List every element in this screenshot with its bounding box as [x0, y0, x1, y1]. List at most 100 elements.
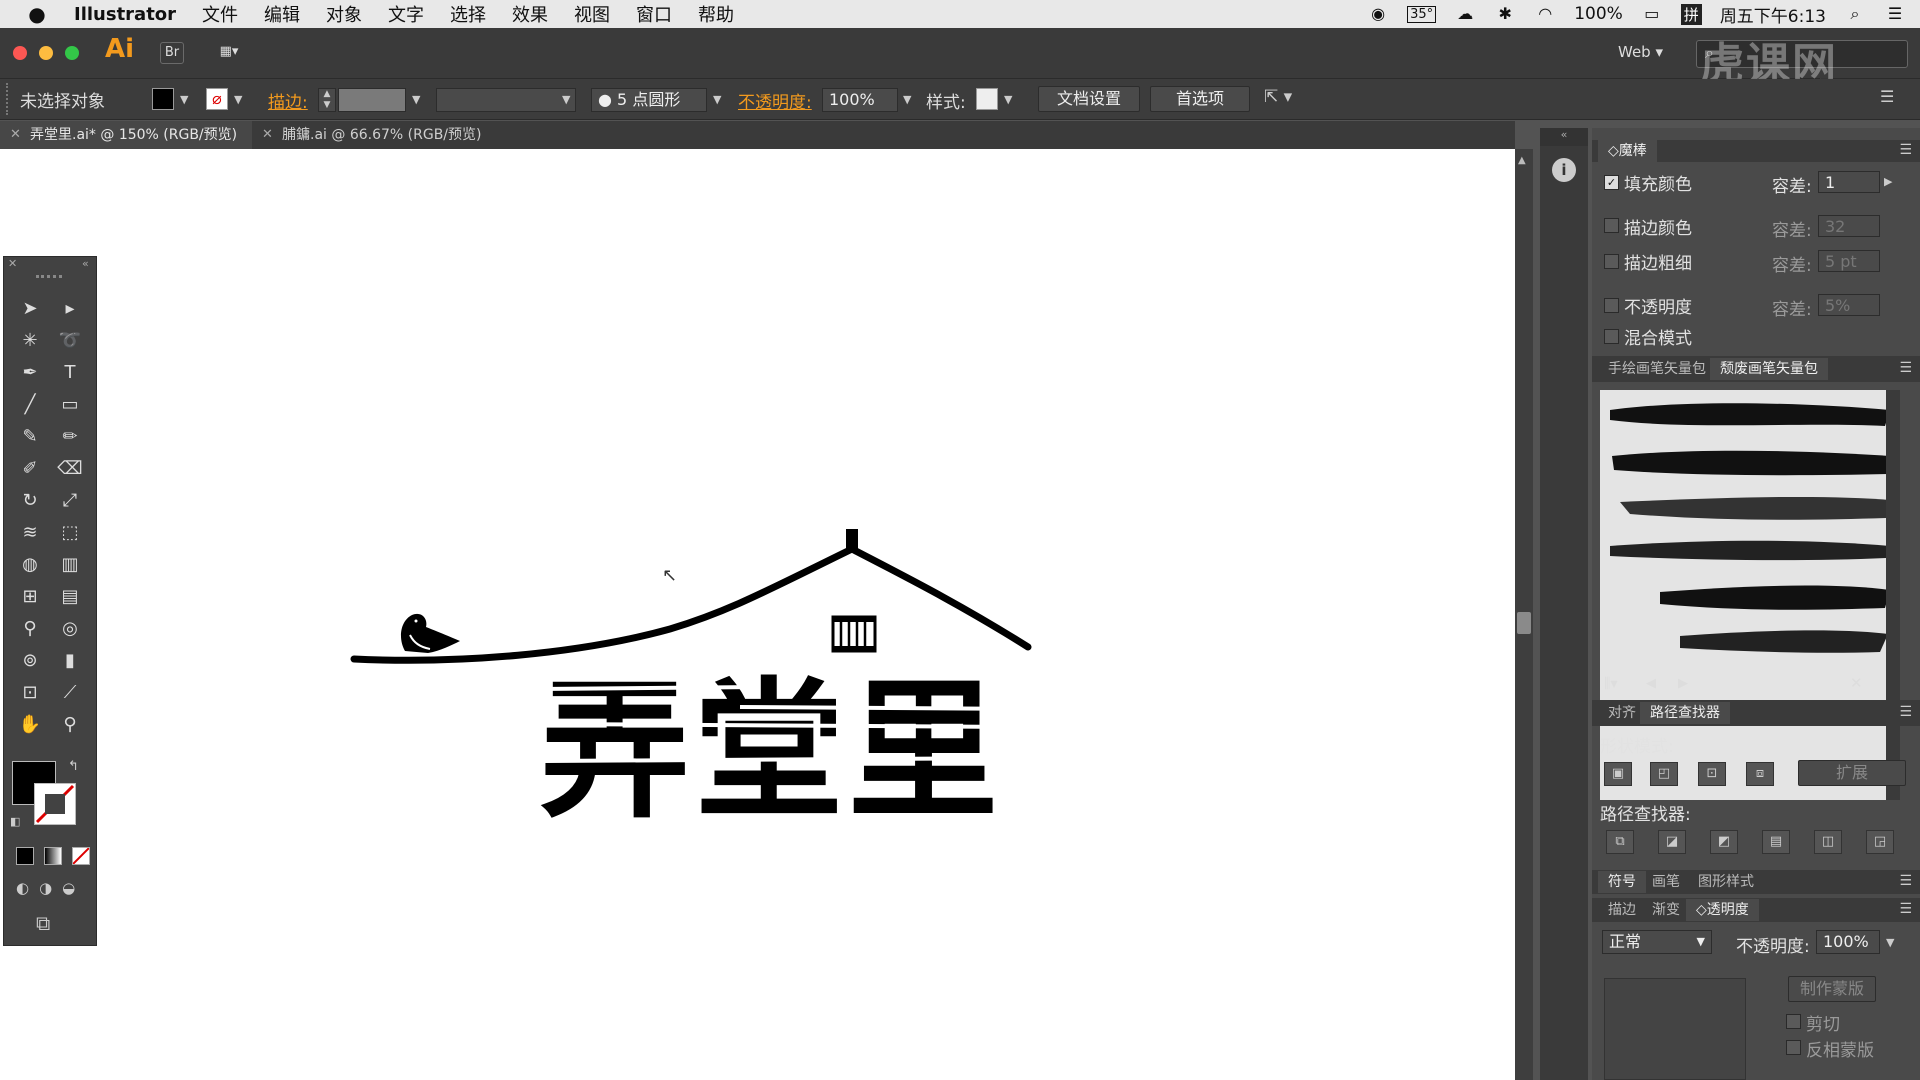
slice-tool-icon[interactable]: ⟋ — [55, 679, 85, 707]
collapse-tools-icon[interactable]: « — [82, 257, 89, 270]
input-method[interactable]: 拼 — [1680, 3, 1702, 25]
menu-app[interactable]: Illustrator — [74, 4, 176, 25]
dock-collapse-icon[interactable]: « — [1540, 128, 1588, 146]
blend-tool-icon[interactable]: ◎ — [55, 615, 85, 643]
transparency-opacity-dropdown-icon[interactable]: ▼ — [1886, 936, 1894, 949]
close-tools-icon[interactable]: ✕ — [8, 257, 17, 270]
tab-grunge-brushes[interactable]: 颓废画笔矢量包 — [1710, 358, 1828, 380]
arrange-icon[interactable]: ⇱ ▾ — [1264, 87, 1292, 107]
eyedropper-tool-icon[interactable]: ⚲ — [15, 615, 45, 643]
symbol-sprayer-tool-icon[interactable]: ⊚ — [15, 647, 45, 675]
info-icon[interactable]: i — [1552, 158, 1576, 182]
bluetooth-icon[interactable]: ✱ — [1494, 5, 1516, 23]
opacity-label[interactable]: 不透明度: — [738, 88, 812, 113]
trim-icon[interactable]: ◪ — [1658, 830, 1686, 854]
pencil-tool-icon[interactable]: ✏ — [55, 423, 85, 451]
scrollbar-thumb[interactable] — [1517, 612, 1531, 634]
fill-tolerance-field[interactable]: 1 — [1818, 171, 1880, 193]
scroll-up-icon[interactable]: ▲ — [1518, 155, 1526, 166]
tab-hand-drawn-brushes[interactable]: 手绘画笔矢量包 — [1598, 358, 1716, 380]
opacity-checkbox[interactable] — [1604, 298, 1619, 313]
clock[interactable]: 周五下午6:13 — [1720, 2, 1826, 27]
apple-icon[interactable]: ● — [26, 4, 48, 24]
brush-library-menu-icon[interactable]: ⫼▾ — [1604, 676, 1617, 692]
grip-handle[interactable] — [6, 83, 12, 115]
sync-icon[interactable]: ☁ — [1454, 5, 1476, 23]
menu-window[interactable]: 窗口 — [636, 1, 672, 27]
tab-stroke[interactable]: 描边 — [1598, 899, 1646, 921]
creative-cloud-icon[interactable]: ◉ — [1367, 5, 1389, 23]
stroke-label[interactable]: 描边: — [268, 88, 308, 113]
selection-tool-icon[interactable]: ➤ — [15, 295, 45, 323]
pen-tool-icon[interactable]: ✒ — [15, 359, 45, 387]
arrange-documents-icon[interactable]: ▦▾ — [212, 42, 246, 62]
zoom-window-button[interactable] — [65, 46, 79, 60]
control-bar-menu-icon[interactable]: ☰ — [1880, 87, 1894, 106]
variable-width-profile[interactable] — [436, 88, 576, 112]
style-dropdown-icon[interactable]: ▼ — [1004, 93, 1012, 106]
tab-graphic-styles[interactable]: 图形样式 — [1688, 871, 1764, 893]
fill-dropdown-icon[interactable]: ▼ — [180, 93, 188, 106]
stroke-color-checkbox[interactable] — [1604, 218, 1619, 233]
gradient-mode-button[interactable] — [44, 847, 62, 865]
drawing-modes[interactable]: ◐◑◒ — [16, 879, 85, 897]
previous-library-icon[interactable]: ◀ — [1646, 676, 1656, 691]
panel-menu-icon[interactable]: ☰ — [1899, 704, 1912, 720]
close-tab-icon[interactable]: ✕ — [10, 121, 21, 149]
hand-tool-icon[interactable]: ✋ — [15, 711, 45, 739]
magic-wand-tool-icon[interactable]: ✳ — [15, 327, 45, 355]
none-mode-button[interactable] — [72, 847, 90, 865]
brush-dropdown-icon[interactable]: ▼ — [713, 93, 721, 106]
rectangle-tool-icon[interactable]: ▭ — [55, 391, 85, 419]
panel-menu-icon[interactable]: ☰ — [1899, 901, 1912, 917]
graphic-style-swatch[interactable] — [976, 88, 998, 110]
stroke-none-swatch[interactable]: ⌀ — [206, 88, 228, 110]
outline-icon[interactable]: ◫ — [1814, 830, 1842, 854]
menu-view[interactable]: 视图 — [574, 1, 610, 27]
tab-transparency[interactable]: ◇透明度 — [1686, 899, 1759, 921]
brush-list-scrollbar[interactable] — [1886, 390, 1900, 800]
eraser-tool-icon[interactable]: ⌫ — [55, 455, 85, 483]
close-window-button[interactable] — [13, 46, 27, 60]
make-mask-button[interactable]: 制作蒙版 — [1788, 976, 1876, 1002]
expand-button[interactable]: 扩展 — [1798, 760, 1906, 786]
logo-artwork[interactable]: 弄堂里 — [340, 389, 1090, 819]
tab-second-document[interactable]: ✕ 脯鏞.ai @ 66.67% (RGB/预览) — [252, 121, 492, 149]
stroke-weight-field[interactable] — [338, 88, 406, 112]
width-tool-icon[interactable]: ≋ — [15, 519, 45, 547]
menu-object[interactable]: 对象 — [326, 1, 362, 27]
type-tool-icon[interactable]: T — [55, 359, 85, 387]
notification-list-icon[interactable]: ☰ — [1884, 5, 1906, 23]
invert-mask-checkbox[interactable] — [1786, 1040, 1801, 1055]
artboard-tool-icon[interactable]: ⊡ — [15, 679, 45, 707]
stroke-tolerance-field[interactable]: 32 — [1818, 215, 1880, 237]
screen-mode-icon[interactable]: ⧉ — [36, 911, 50, 935]
stroke-dropdown-icon[interactable]: ▼ — [234, 93, 242, 106]
rotate-tool-icon[interactable]: ↻ — [15, 487, 45, 515]
intersect-icon[interactable]: ⊡ — [1698, 762, 1726, 786]
menu-select[interactable]: 选择 — [450, 1, 486, 27]
menu-type[interactable]: 文字 — [388, 1, 424, 27]
minus-back-icon[interactable]: ◲ — [1866, 830, 1894, 854]
lasso-tool-icon[interactable]: ➰ — [55, 327, 85, 355]
artboard-canvas[interactable]: 弄堂里 ↖ — [0, 149, 1515, 1080]
fill-color-checkbox[interactable]: ✓ — [1604, 175, 1619, 190]
unite-icon[interactable]: ▣ — [1604, 762, 1632, 786]
tools-grip[interactable] — [36, 275, 62, 278]
minus-front-icon[interactable]: ◰ — [1650, 762, 1678, 786]
temperature-badge[interactable]: 35° — [1407, 5, 1437, 23]
direct-selection-tool-icon[interactable]: ▸ — [55, 295, 85, 323]
panel-menu-icon[interactable]: ☰ — [1899, 142, 1912, 158]
weight-tolerance-field[interactable]: 5 pt — [1818, 250, 1880, 272]
close-tab-icon[interactable]: ✕ — [262, 121, 273, 149]
spotlight-search-icon[interactable]: ⌕ — [1844, 5, 1866, 23]
bridge-button[interactable]: Br — [160, 42, 184, 64]
swap-fill-stroke-icon[interactable]: ↰ — [68, 759, 79, 774]
tab-gradient[interactable]: 渐变 — [1642, 899, 1690, 921]
scale-tool-icon[interactable]: ⤢ — [55, 487, 85, 515]
exclude-icon[interactable]: ⧈ — [1746, 762, 1774, 786]
tab-nongtangli[interactable]: ✕ 弄堂里.ai* @ 150% (RGB/预览) — [0, 121, 252, 149]
stroke-weight-checkbox[interactable] — [1604, 254, 1619, 269]
fill-swatch[interactable] — [152, 88, 174, 110]
battery-icon[interactable]: ▭ — [1641, 5, 1663, 23]
